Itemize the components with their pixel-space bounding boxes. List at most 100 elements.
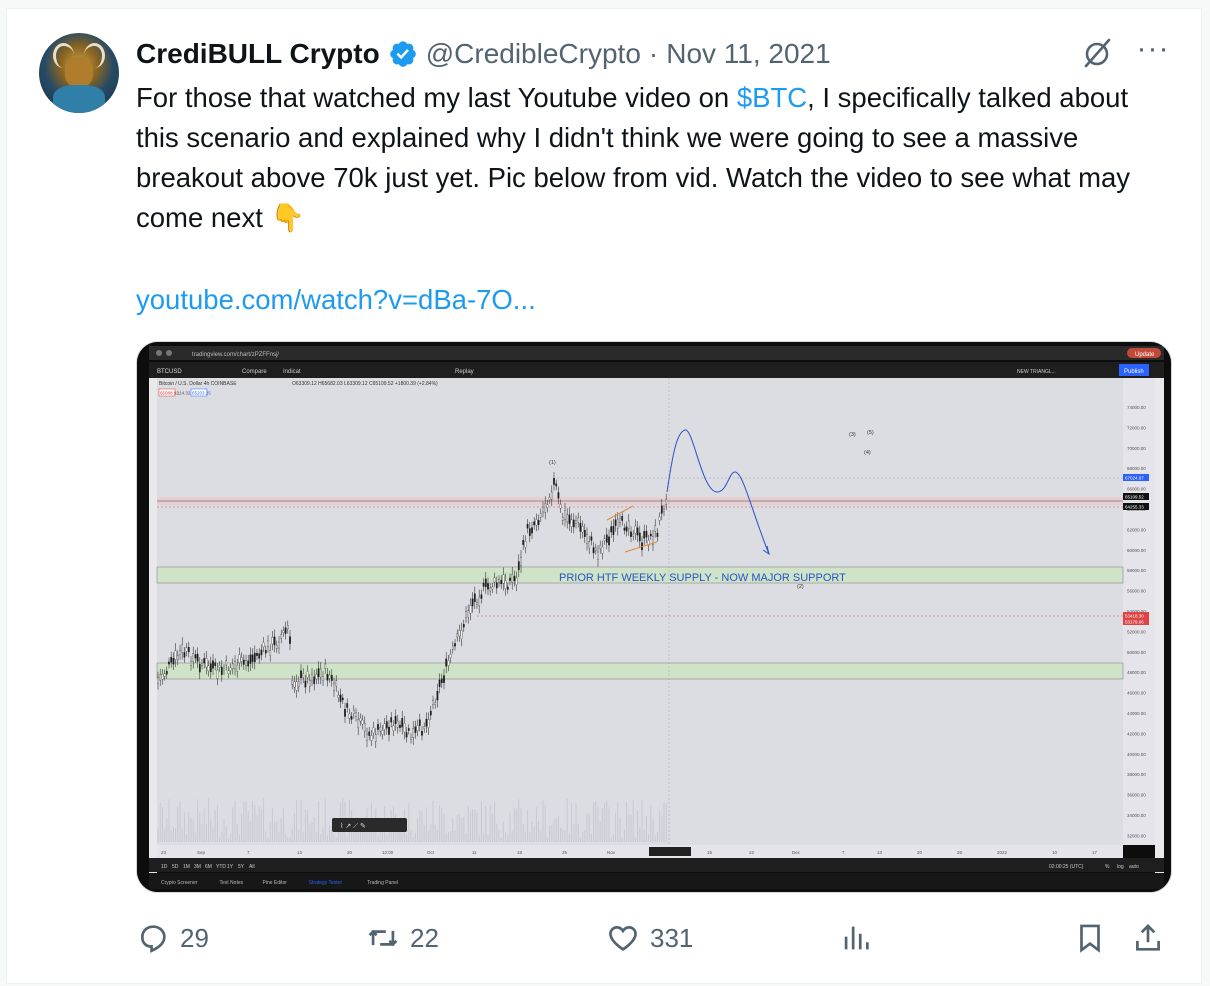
utc-clock: 02:00:25 (UTC) [1049,864,1084,870]
tweet-media-image[interactable]: tradingview.com/chart/zPZFFnsj/ Update B… [136,341,1172,893]
period-button-1d[interactable]: 1D [161,864,168,870]
bottom-tab[interactable]: Crypto Screener [161,880,198,886]
time-tick: 13 [877,850,883,855]
time-tick: Nov [607,850,616,855]
compare-button[interactable]: Compare [242,369,267,375]
bottom-tab[interactable]: Strategy Tester [309,880,343,886]
chart-title: Bitcoin / U.S. Dollar 4h COINBASE [159,381,237,387]
reply-icon [141,925,166,953]
period-button-3m[interactable]: 3M [194,864,201,870]
price-tag: 65109.52 [1123,493,1149,500]
price-tick: 56000.00 [1127,589,1146,594]
chart-screenshot: tradingview.com/chart/zPZFFnsj/ Update B… [137,342,1171,892]
svg-text:⌇ ↗ ⟋ ✎: ⌇ ↗ ⟋ ✎ [340,822,366,830]
tweet-date[interactable]: Nov 11, 2021 [666,38,831,70]
share-button[interactable] [1131,915,1175,961]
bottom-tab[interactable]: Text Notes [220,880,244,886]
time-tick: 20 [347,850,353,855]
period-button-5y[interactable]: 5Y [238,864,245,870]
price-tick: 52000.00 [1127,629,1146,634]
wave-label-3: (3) [849,432,856,438]
replay-button[interactable]: Replay [455,369,474,375]
like-button[interactable]: 331 [606,915,693,961]
time-tick: Dec [792,850,801,855]
wave-label-5: (5) [867,430,874,436]
time-tick: 26 [957,850,963,855]
price-box-c: 65203.25 [192,391,211,396]
scale-option[interactable]: % [1105,864,1110,870]
update-button[interactable]: Update [1135,352,1155,358]
views-button[interactable] [839,915,883,961]
reply-button[interactable]: 29 [136,915,209,961]
tweet-text-part1: For those that watched my last Youtube v… [136,82,737,113]
bottom-tab[interactable]: Trading Panel [367,880,398,886]
period-button-5d[interactable]: 5D [172,864,179,870]
price-tick: 70000.00 [1127,446,1146,451]
wave-label-2: (2) [797,584,804,590]
pointing-down-emoji: 👇 [270,202,305,233]
time-tick: 22 [749,850,755,855]
more-icon[interactable]: ··· [1136,34,1170,70]
price-tick: 72000.00 [1127,425,1146,430]
reply-count: 29 [180,922,209,953]
layout-name: NEW TRIANGL... [1017,369,1056,375]
tweet-header: CrediBULL Crypto @CredibleCrypto · Nov 1… [136,36,831,72]
author-name[interactable]: CrediBULL Crypto [136,38,380,70]
ohlc-readout: O63309.12 H65682.03 L63309.12 C65109.52 … [292,381,438,387]
time-tick: Sep [197,850,206,855]
bottom-tab[interactable]: Pine Editor [263,880,288,886]
svg-text:65109.52: 65109.52 [1125,495,1144,500]
support-annotation: PRIOR HTF WEEKLY SUPPLY - NOW MAJOR SUPP… [559,572,846,584]
youtube-link[interactable]: youtube.com/watch?v=dBa-7O... [136,280,536,320]
price-tick: 32000.00 [1127,833,1146,838]
period-button-6m[interactable]: 6M [205,864,212,870]
analytics-icon [844,926,869,950]
period-button-all[interactable]: All [249,864,255,870]
price-tick: 38000.00 [1127,772,1146,777]
time-tick: 11 [472,850,477,855]
scale-option[interactable]: log [1117,864,1124,870]
grok-icon[interactable] [1080,36,1114,70]
like-count: 331 [650,922,694,953]
price-tick: 34000.00 [1127,813,1146,818]
scale-option[interactable]: auto [1129,864,1139,870]
time-tick: 2022 [997,850,1008,855]
price-tag: 67024.97 [1123,474,1149,481]
price-box-b: 114.32 [177,391,191,396]
publish-button[interactable]: Publish [1124,369,1144,375]
wave-label-4: (4) [864,450,871,456]
time-tick: 20 [917,850,923,855]
price-tag: 53179.06 [1123,618,1149,625]
time-tick: 13 [297,850,303,855]
svg-text:53418.30: 53418.30 [1125,614,1144,619]
repost-icon [368,929,398,947]
repost-count: 22 [410,922,439,953]
time-tick: Oct [427,850,435,855]
wave-label-1: (1) [549,460,556,466]
price-tag: 53418.30 [1123,612,1149,619]
separator-dot: · [648,38,659,69]
repost-button[interactable]: 22 [366,915,439,961]
period-button-1y[interactable]: 1Y [227,864,234,870]
price-tick: 58000.00 [1127,568,1146,573]
time-tick: 18 [517,850,523,855]
indicators-button[interactable]: Indicat [283,369,301,375]
tweet-actions: 29 22 331 [136,915,1176,961]
period-button-1m[interactable]: 1M [183,864,190,870]
share-icon [1136,924,1160,951]
svg-text:53179.06: 53179.06 [1125,620,1144,625]
time-tick: 10 [1052,850,1058,855]
price-tick: 66000.00 [1127,487,1146,492]
time-tick: 23 [161,850,167,855]
time-tick: 15 [707,850,713,855]
period-button-ytd[interactable]: YTD [216,864,226,870]
cashtag-link[interactable]: $BTC [737,82,807,113]
avatar[interactable] [39,33,119,113]
price-tick: 74000.00 [1127,405,1146,410]
author-handle[interactable]: @CredibleCrypto [426,38,641,70]
browser-url: tradingview.com/chart/zPZFFnsj/ [192,352,279,358]
verified-badge-icon[interactable] [388,39,418,69]
bookmark-button[interactable] [1073,915,1117,961]
bookmark-icon [1080,924,1100,953]
symbol-label: BTCUSD [157,369,182,375]
